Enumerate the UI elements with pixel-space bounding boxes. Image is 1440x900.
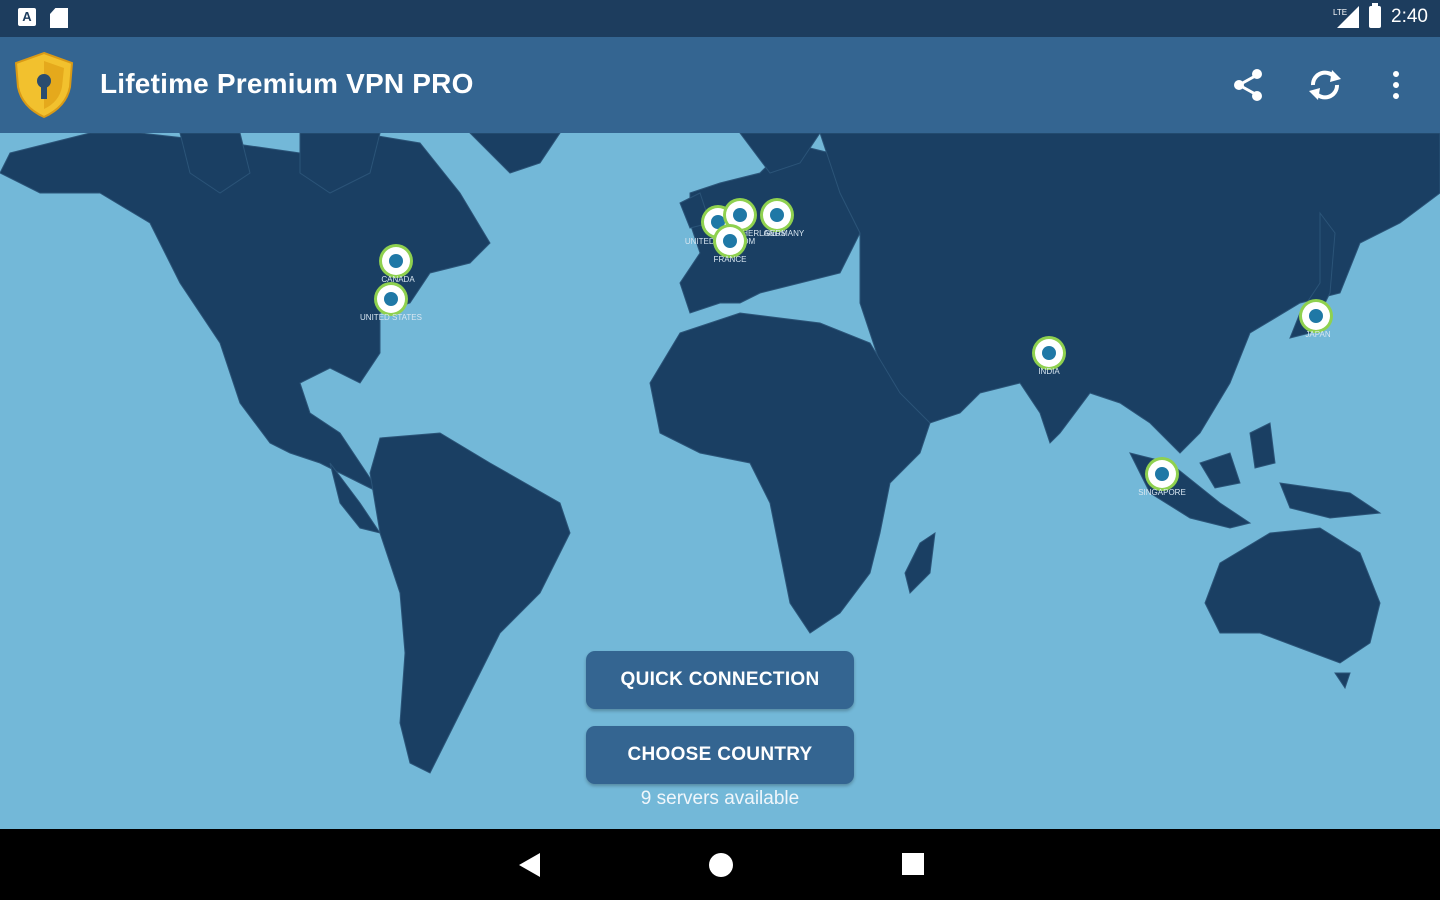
quick-connection-button[interactable]: QUICK CONNECTION bbox=[586, 651, 854, 709]
app-title: Lifetime Premium VPN PRO bbox=[100, 68, 474, 99]
svg-text:LTE: LTE bbox=[1333, 8, 1347, 17]
server-label-india: INDIA bbox=[1038, 367, 1060, 376]
server-label-singapore: SINGAPORE bbox=[1138, 488, 1186, 497]
server-label-canada: CANADA bbox=[381, 275, 415, 284]
overflow-menu-icon[interactable] bbox=[1376, 65, 1416, 105]
lte-signal-icon: LTE bbox=[1333, 6, 1360, 28]
recents-icon[interactable] bbox=[900, 851, 926, 877]
server-pin-france[interactable] bbox=[716, 227, 744, 255]
server-pin-singapore[interactable] bbox=[1148, 460, 1176, 488]
battery-icon bbox=[1369, 3, 1382, 28]
sd-card-icon bbox=[50, 8, 68, 28]
server-pin-netherlands[interactable] bbox=[726, 201, 754, 229]
a-notification-icon: A bbox=[18, 8, 36, 26]
choose-country-button[interactable]: CHOOSE COUNTRY bbox=[586, 726, 854, 784]
server-pin-united-states[interactable] bbox=[377, 285, 405, 313]
status-clock: 2:40 bbox=[1391, 6, 1428, 27]
server-label-france: FRANCE bbox=[713, 255, 747, 264]
server-pin-india[interactable] bbox=[1035, 339, 1063, 367]
server-label-germany: GERMANY bbox=[763, 229, 805, 238]
share-icon[interactable] bbox=[1228, 65, 1268, 105]
server-pin-japan[interactable] bbox=[1302, 302, 1330, 330]
shield-keyhole-logo-icon bbox=[14, 51, 74, 119]
server-label-united-states: UNITED STATES bbox=[360, 313, 422, 322]
refresh-icon[interactable] bbox=[1305, 65, 1345, 105]
world-map: CANADA UNITED STATES UNITED KINGDOM NETH… bbox=[0, 133, 1440, 829]
status-bar: A LTE 2:40 bbox=[0, 0, 1440, 37]
server-pin-canada[interactable] bbox=[382, 247, 410, 275]
app-bar: Lifetime Premium VPN PRO bbox=[0, 37, 1440, 133]
server-label-japan: JAPAN bbox=[1305, 330, 1331, 339]
back-icon[interactable] bbox=[516, 851, 542, 879]
servers-available-text: 9 servers available bbox=[640, 788, 800, 809]
home-icon[interactable] bbox=[707, 851, 735, 879]
server-pin-germany[interactable] bbox=[763, 201, 791, 229]
navigation-bar bbox=[0, 829, 1440, 900]
